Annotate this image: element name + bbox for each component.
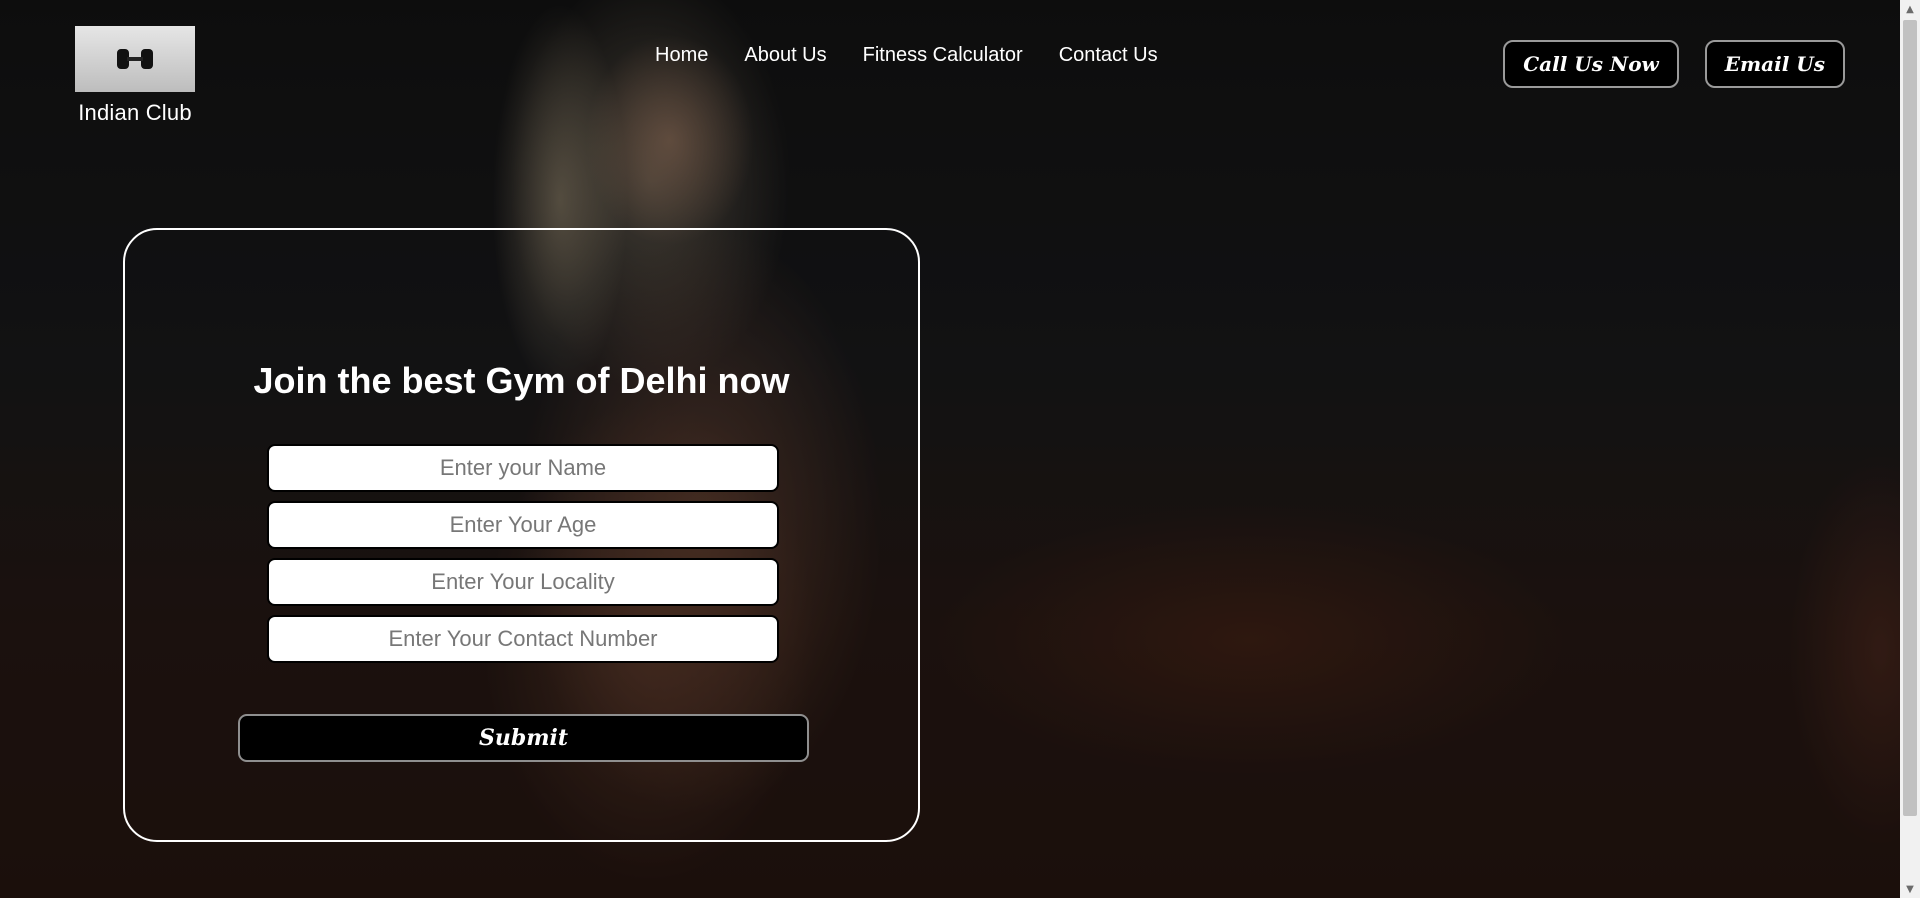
main-nav: Home About Us Fitness Calculator Contact… bbox=[655, 44, 1158, 67]
name-field[interactable] bbox=[267, 444, 779, 492]
call-us-button[interactable]: Call Us Now bbox=[1503, 40, 1679, 88]
header-actions: Call Us Now Email Us bbox=[1503, 40, 1845, 88]
page-scrollbar[interactable]: ▲ ▼ bbox=[1900, 0, 1920, 898]
site-logo[interactable]: Indian Club bbox=[75, 26, 195, 126]
nav-fitness-calculator[interactable]: Fitness Calculator bbox=[863, 44, 1023, 67]
scroll-down-arrow-icon[interactable]: ▼ bbox=[1900, 880, 1920, 898]
logo-title: Indian Club bbox=[78, 100, 192, 125]
submit-button[interactable]: Submit bbox=[238, 714, 809, 762]
form-title: Join the best Gym of Delhi now bbox=[253, 360, 790, 401]
join-form-card: Join the best Gym of Delhi now Submit bbox=[123, 228, 920, 842]
scroll-thumb[interactable] bbox=[1903, 20, 1917, 816]
contact-number-field[interactable] bbox=[267, 615, 779, 663]
nav-about-us[interactable]: About Us bbox=[744, 44, 826, 67]
scroll-up-arrow-icon[interactable]: ▲ bbox=[1900, 0, 1920, 18]
locality-field[interactable] bbox=[267, 558, 779, 606]
dumbbell-icon bbox=[75, 26, 195, 92]
form-fields bbox=[267, 444, 779, 672]
email-us-button[interactable]: Email Us bbox=[1704, 40, 1845, 88]
age-field[interactable] bbox=[267, 501, 779, 549]
nav-contact-us[interactable]: Contact Us bbox=[1059, 44, 1158, 67]
nav-home[interactable]: Home bbox=[655, 44, 708, 67]
